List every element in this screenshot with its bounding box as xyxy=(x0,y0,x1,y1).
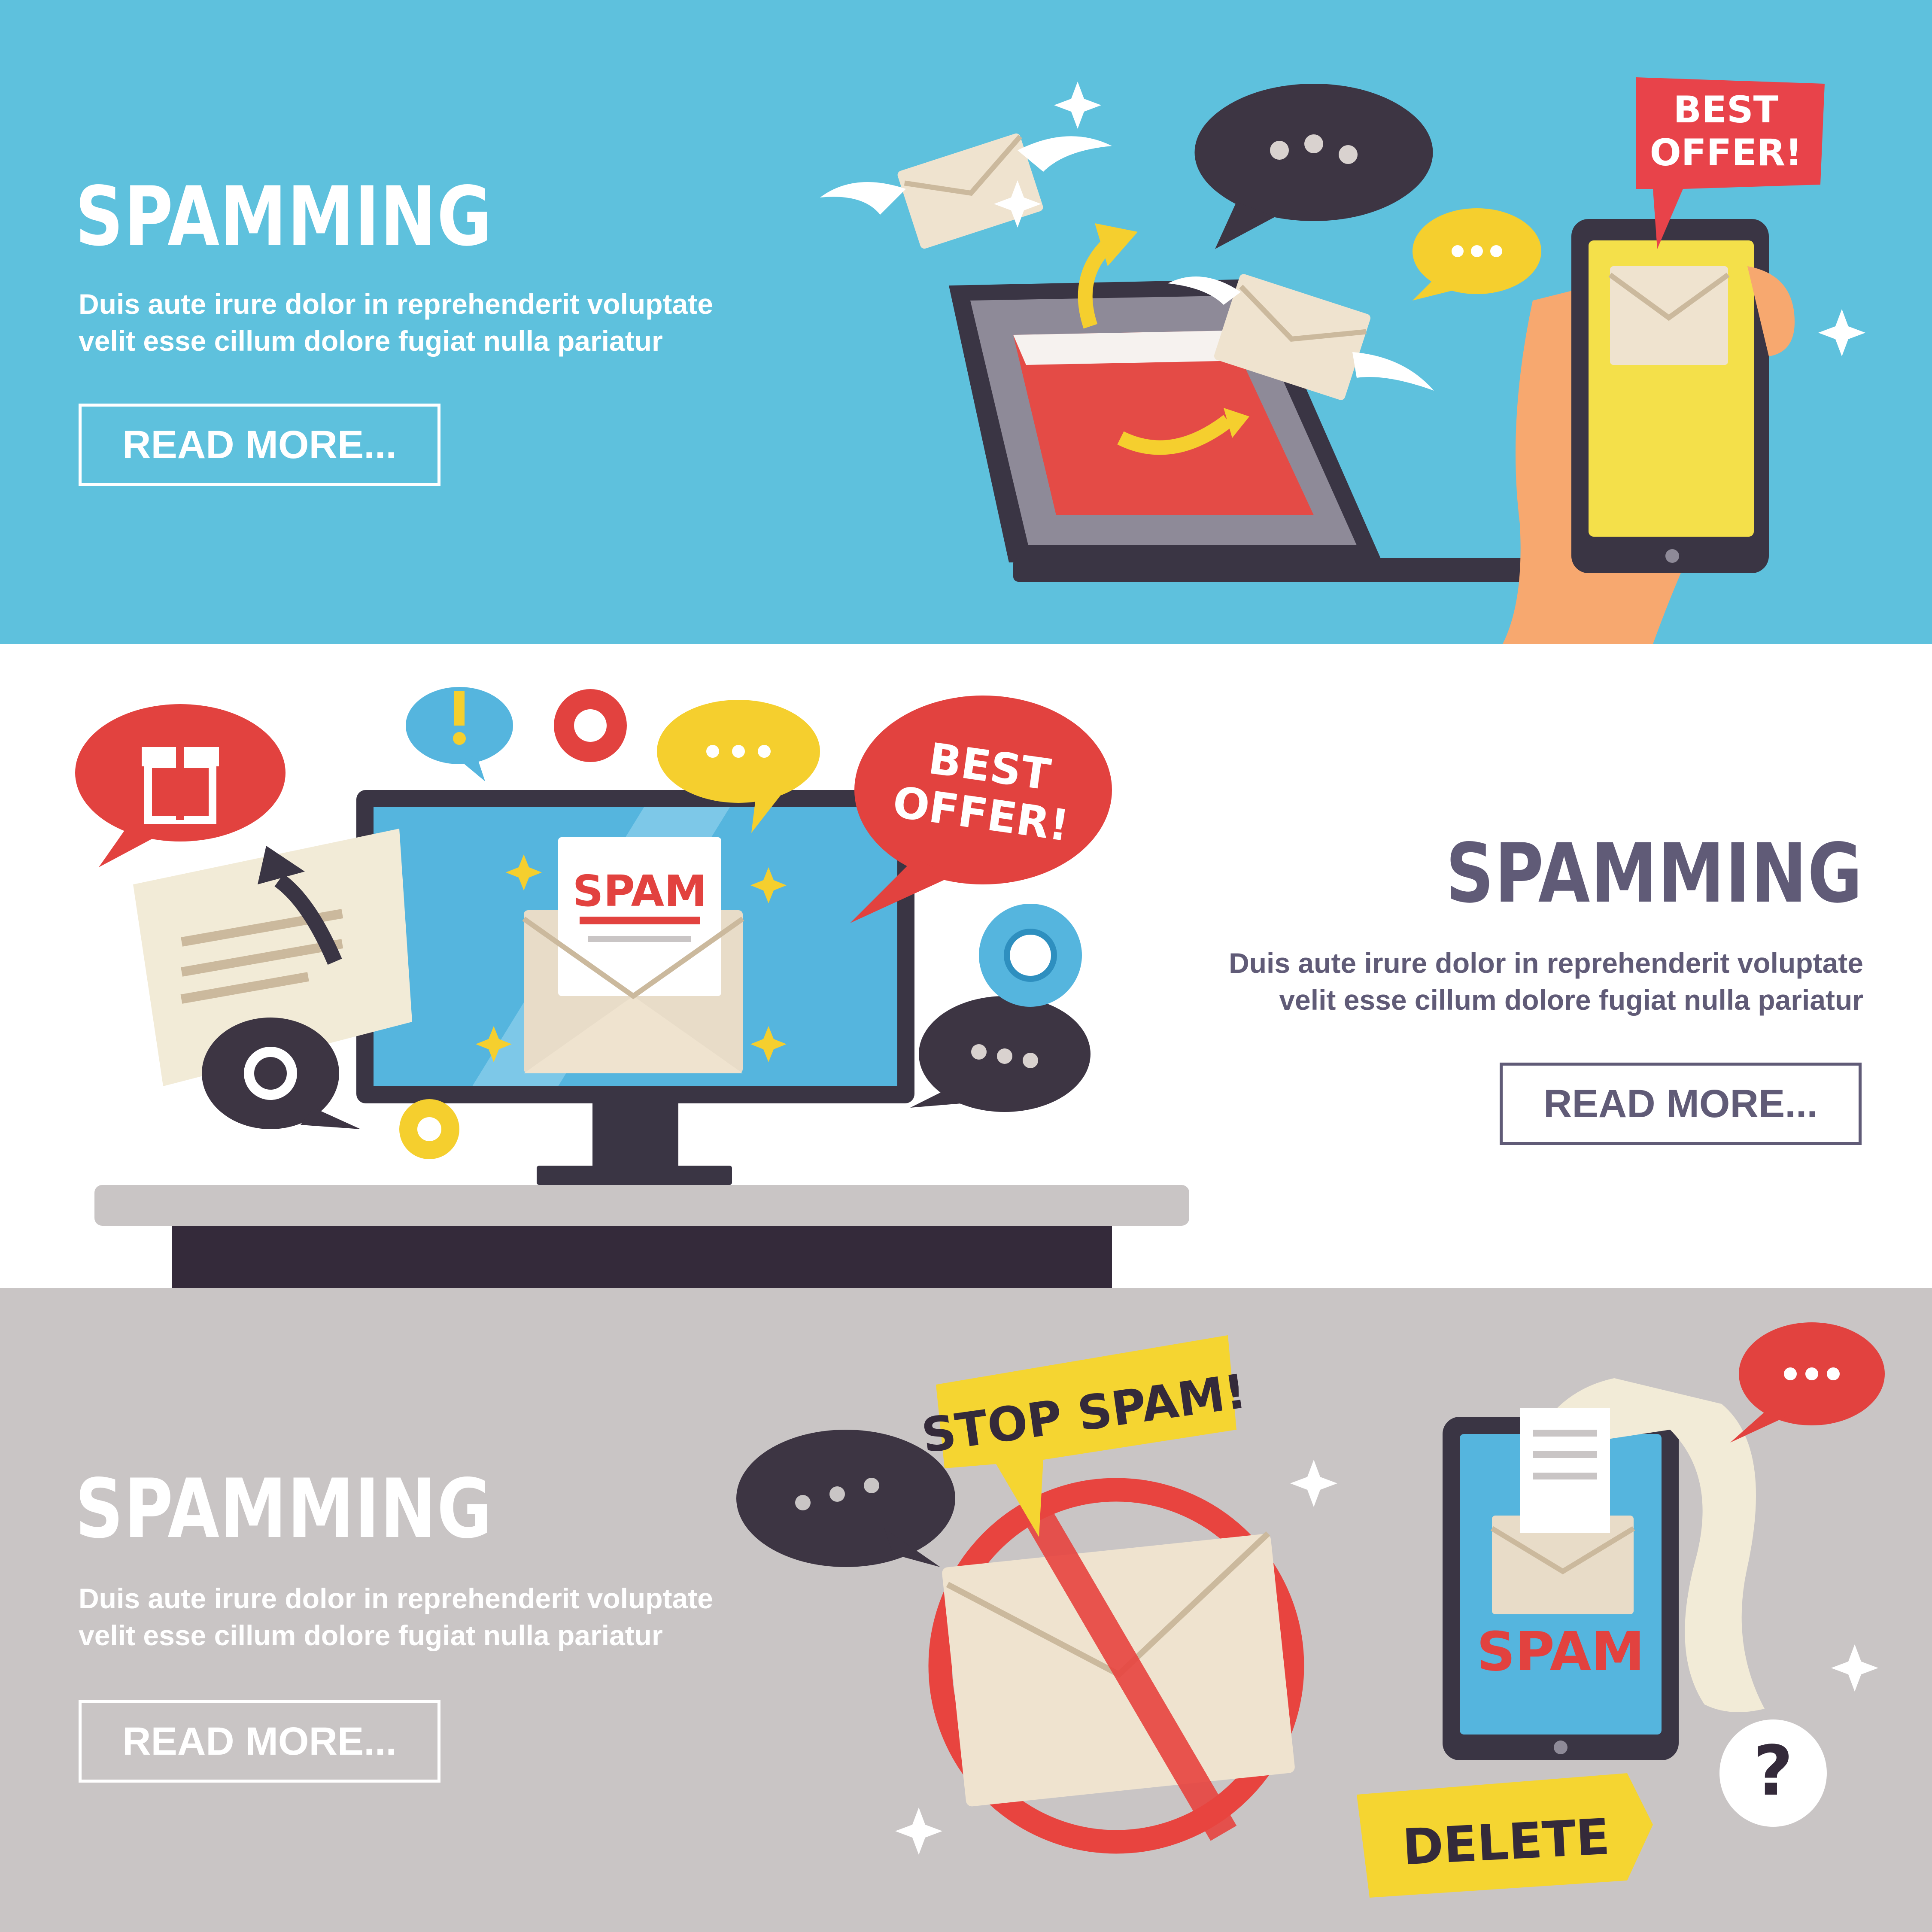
delete-tag: DELETE xyxy=(1357,1773,1653,1898)
question-mark: ? xyxy=(1753,1731,1793,1811)
prohibited-envelope-icon xyxy=(928,1478,1304,1854)
banner-description: Duis aute irure dolor in reprehenderit v… xyxy=(1229,945,1863,1018)
monitor-spam-illustration: SPAM BEST OFFER! xyxy=(75,687,1189,1288)
banner-stop-spam: SPAMMING Duis aute irure dolor in repreh… xyxy=(0,1288,1932,1932)
dark-speech-bubble-icon xyxy=(910,996,1091,1112)
read-more-button[interactable]: READ MORE... xyxy=(1500,1063,1862,1145)
banner-title: SPAMMING xyxy=(1446,826,1863,921)
help-icon: ? xyxy=(1719,1719,1827,1827)
smartphone-icon xyxy=(1571,219,1769,573)
description-line: Duis aute irure dolor in reprehenderit v… xyxy=(79,288,713,320)
read-more-button[interactable]: READ MORE... xyxy=(79,1700,440,1783)
banner-title: SPAMMING xyxy=(75,169,493,264)
banner-description: Duis aute irure dolor in reprehenderit v… xyxy=(79,1580,713,1654)
yellow-speech-bubble-icon xyxy=(1413,208,1541,301)
description-line: Duis aute irure dolor in reprehenderit v… xyxy=(79,1583,713,1614)
gift-bubble-icon xyxy=(75,704,286,867)
banner-description: Duis aute irure dolor in reprehenderit v… xyxy=(79,286,713,359)
desk-top xyxy=(94,1185,1189,1226)
stop-spam-illustration: STOP SPAM! SPAM ? DELETE xyxy=(736,1322,1885,1898)
alert-bubble-icon xyxy=(406,687,513,781)
gear-icon xyxy=(554,689,627,762)
flying-envelope-icon xyxy=(820,133,1112,249)
banner-monitor-spam: SPAMMING Duis aute irure dolor in repreh… xyxy=(0,644,1932,1288)
best-offer-line1: BEST xyxy=(1674,88,1779,131)
best-offer-bubble: BEST OFFER! xyxy=(850,696,1112,923)
dark-speech-bubble-icon xyxy=(736,1430,955,1567)
gear-icon xyxy=(979,904,1082,1007)
description-line: velit esse cillum dolore fugiat nulla pa… xyxy=(79,1619,663,1651)
description-line: velit esse cillum dolore fugiat nulla pa… xyxy=(79,325,663,357)
banner-title: SPAMMING xyxy=(75,1461,493,1556)
description-line: velit esse cillum dolore fugiat nulla pa… xyxy=(1279,984,1863,1016)
banner-laptop-spam: SPAMMING Duis aute irure dolor in repreh… xyxy=(0,0,1932,644)
delete-label: DELETE xyxy=(1401,1808,1611,1877)
best-offer-line2: OFFER! xyxy=(1650,131,1802,174)
phone-spam-label: SPAM xyxy=(1476,1621,1644,1683)
read-more-button[interactable]: READ MORE... xyxy=(79,404,440,486)
spam-letter-label: SPAM xyxy=(572,866,707,916)
red-speech-bubble-icon xyxy=(1730,1322,1885,1443)
description-line: Duis aute irure dolor in reprehenderit v… xyxy=(1229,947,1863,979)
dark-speech-bubble-icon xyxy=(1194,84,1433,249)
gear-icon xyxy=(399,1099,459,1159)
desk-body xyxy=(172,1226,1112,1288)
laptop-phone-illustration: BEST OFFER! xyxy=(820,77,1865,644)
